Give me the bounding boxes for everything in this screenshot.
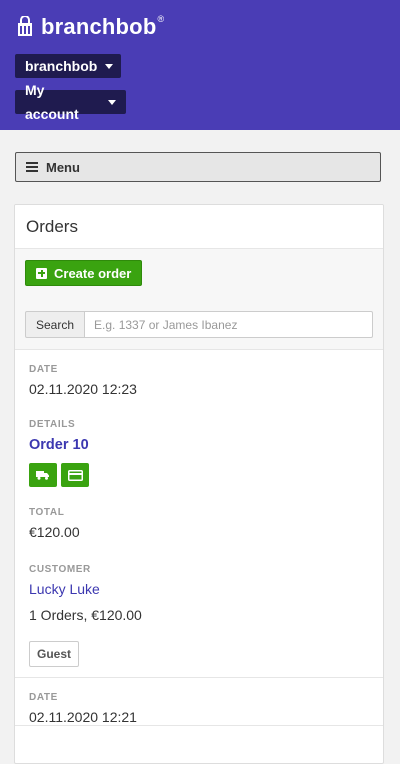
customer-summary: 1 Orders, €120.00: [29, 607, 142, 623]
menu-label: Menu: [46, 159, 80, 175]
shipping-truck-icon[interactable]: [29, 463, 57, 487]
store-dropdown[interactable]: branchbob: [15, 54, 121, 78]
account-dropdown[interactable]: My account: [15, 82, 126, 122]
order-total: €120.00: [29, 524, 80, 540]
panel-title: Orders: [15, 205, 383, 249]
total-label: TOTAL: [29, 507, 65, 518]
registered-mark: ®: [157, 14, 165, 24]
store-dropdown-label: branchbob: [25, 58, 98, 74]
shopping-bag-icon: [18, 16, 32, 36]
orders-panel: Orders Create order Search DATE 02.11.20…: [14, 204, 384, 764]
date-label: DATE: [29, 364, 58, 375]
credit-card-icon[interactable]: [61, 463, 89, 487]
order-row: DATE 02.11.2020 12:23 DETAILS Order 10 T…: [15, 364, 383, 678]
guest-badge: Guest: [29, 641, 80, 667]
plus-square-icon: [36, 267, 47, 279]
search-group: Search: [25, 311, 373, 338]
create-order-button[interactable]: Create order: [25, 260, 143, 286]
create-order-label: Create order: [54, 265, 132, 281]
order-row: DATE 02.11.2020 12:21: [15, 692, 383, 726]
customer-label: CUSTOMER: [29, 564, 91, 575]
brand-logo[interactable]: branchbob ®: [15, 14, 164, 40]
caret-down-icon: [108, 99, 116, 105]
account-dropdown-label: My account: [25, 82, 79, 122]
date-label: DATE: [29, 692, 58, 703]
customer-link[interactable]: Lucky Luke: [29, 581, 100, 597]
order-status-icons: [29, 463, 369, 487]
caret-down-icon: [105, 63, 114, 69]
orders-toolbar: Create order Search: [15, 249, 383, 350]
search-label: Search: [25, 311, 86, 338]
details-label: DETAILS: [29, 419, 76, 430]
menu-button[interactable]: Menu: [15, 152, 381, 182]
order-date: 02.11.2020 12:21: [29, 709, 137, 725]
order-date: 02.11.2020 12:23: [29, 381, 137, 397]
search-input[interactable]: [85, 311, 373, 338]
top-header: branchbob ® branchbob My account: [0, 0, 400, 130]
brand-name: branchbob: [41, 14, 157, 39]
order-link[interactable]: Order 10: [29, 437, 89, 453]
hamburger-icon: [26, 160, 38, 174]
